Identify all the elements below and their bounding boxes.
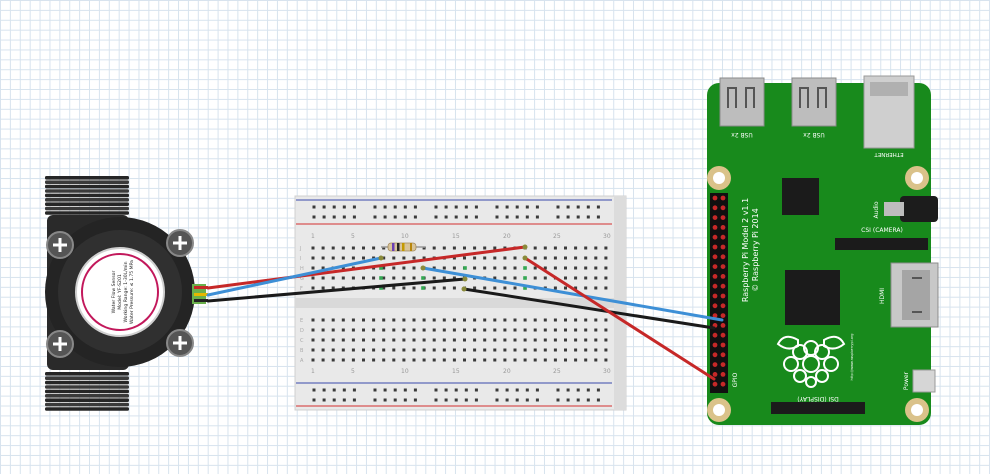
row-letter: C bbox=[300, 338, 304, 344]
column-number: 1 bbox=[311, 233, 315, 240]
row-letter: D bbox=[300, 328, 304, 334]
csi-connector[interactable] bbox=[835, 238, 928, 250]
pipe-thread-bottom bbox=[45, 372, 129, 411]
sensor-label-line: Working Range: 1-30L/min bbox=[123, 261, 129, 322]
row-letter: A bbox=[300, 358, 304, 364]
column-number: 15 bbox=[452, 233, 460, 240]
column-number: 25 bbox=[553, 368, 561, 375]
audio-label: Audio bbox=[873, 201, 880, 218]
sensor-label-line: Water Pressure: ≤ 1.75 MPa bbox=[129, 260, 135, 324]
column-number: 15 bbox=[452, 368, 460, 375]
wiring-canvas: Water Flow Sensor Model: YF-S201 Working… bbox=[45, 75, 939, 425]
power-port[interactable] bbox=[912, 369, 936, 393]
gpio-header bbox=[710, 193, 728, 393]
hdmi-port[interactable] bbox=[890, 262, 939, 328]
row-letter: H bbox=[300, 266, 304, 272]
usb-port[interactable] bbox=[719, 77, 765, 127]
flow-sensor[interactable]: Water Flow Sensor Model: YF-S201 Working… bbox=[45, 176, 208, 411]
usb-label: USB 2x bbox=[803, 131, 825, 138]
row-letter: J bbox=[299, 246, 301, 252]
phillips-screw-icon bbox=[46, 330, 74, 358]
url-label: http://www.raspberrypi.org bbox=[850, 333, 854, 380]
row-letter: B bbox=[300, 348, 304, 354]
dsi-connector[interactable] bbox=[771, 402, 865, 414]
ram-chip bbox=[785, 270, 840, 325]
wire-endpoint bbox=[462, 276, 468, 282]
gpio-label: GPIO bbox=[732, 372, 739, 387]
sensor-label-line: Water Flow Sensor bbox=[111, 271, 117, 314]
sensor-pin-signal[interactable] bbox=[194, 293, 208, 296]
column-number: 30 bbox=[603, 368, 611, 375]
column-number: 10 bbox=[401, 233, 409, 240]
wire-endpoint bbox=[522, 255, 528, 261]
usb-port[interactable] bbox=[791, 77, 837, 127]
power-label: Power bbox=[903, 371, 910, 390]
phillips-screw-icon bbox=[166, 229, 194, 257]
wire-endpoint bbox=[378, 255, 384, 261]
column-number: 1 bbox=[311, 368, 315, 375]
wire-endpoint bbox=[461, 286, 467, 292]
column-number: 20 bbox=[503, 233, 511, 240]
row-letter: E bbox=[300, 318, 303, 324]
wire-endpoint bbox=[522, 244, 528, 250]
breadboard[interactable]: 1 5 10 15 20 25 30 1 5 10 15 20 25 30 J … bbox=[294, 195, 627, 411]
column-number: 10 bbox=[401, 368, 409, 375]
column-number: 5 bbox=[351, 368, 355, 375]
ethernet-label: ETHERNET bbox=[874, 151, 904, 157]
row-letter: F bbox=[300, 286, 303, 292]
column-number: 5 bbox=[351, 233, 355, 240]
phillips-screw-icon bbox=[46, 231, 74, 259]
column-number: 20 bbox=[503, 368, 511, 375]
ethernet-port[interactable] bbox=[863, 75, 915, 149]
column-number: 30 bbox=[603, 233, 611, 240]
board-copyright: © Raspberry Pi 2014 bbox=[751, 208, 760, 292]
pipe-thread-top bbox=[45, 176, 129, 215]
dsi-label: DSI (DISPLAY) bbox=[797, 395, 838, 402]
raspberry-pi-board[interactable]: USB 2x USB 2x ETHERNET Audio CSI (CAMERA… bbox=[707, 75, 939, 425]
usb-label: USB 2x bbox=[731, 131, 753, 138]
row-letter: I bbox=[300, 256, 301, 262]
sensor-label-line: Model: YF-S201 bbox=[117, 274, 123, 310]
sensor-pin-red[interactable] bbox=[194, 286, 208, 289]
hdmi-label: HDMI bbox=[879, 288, 886, 304]
board-title: Raspberry Pi Model 2 v1.1 bbox=[741, 198, 750, 302]
wire-endpoint bbox=[420, 265, 426, 271]
sensor-pin-ground[interactable] bbox=[194, 299, 208, 302]
cpu-chip bbox=[782, 178, 819, 215]
csi-label: CSI (CAMERA) bbox=[861, 227, 903, 234]
phillips-screw-icon bbox=[166, 329, 194, 357]
column-number: 25 bbox=[553, 233, 561, 240]
